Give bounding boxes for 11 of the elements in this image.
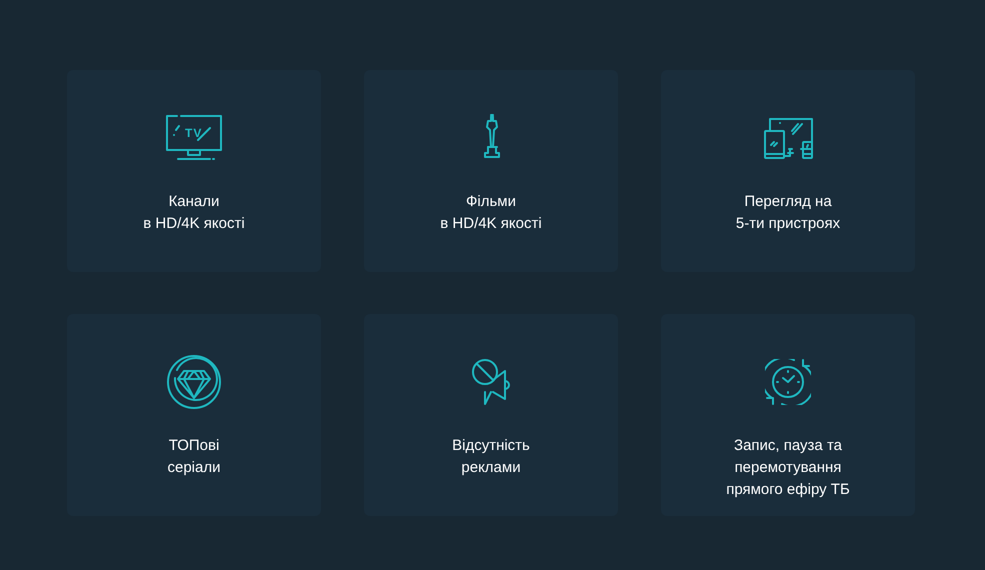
clock-icon [765, 359, 811, 405]
feature-text: ТОПові серіали [168, 436, 220, 478]
devices-icon [764, 118, 812, 158]
feature-text: Канали в HD/4K якості [143, 192, 245, 234]
tv-icon [166, 115, 222, 161]
feature-text: Відсутність реклами [452, 436, 530, 478]
feature-text: Фільми в HD/4K якості [440, 192, 542, 234]
tv-label: TV [185, 129, 202, 138]
feature-text: Перегляд на 5-ти пристроях [736, 192, 840, 234]
feature-text: Запис, пауза та перемотування прямого ефіру ТБ [726, 436, 850, 500]
no-megaphone-icon [472, 359, 510, 405]
